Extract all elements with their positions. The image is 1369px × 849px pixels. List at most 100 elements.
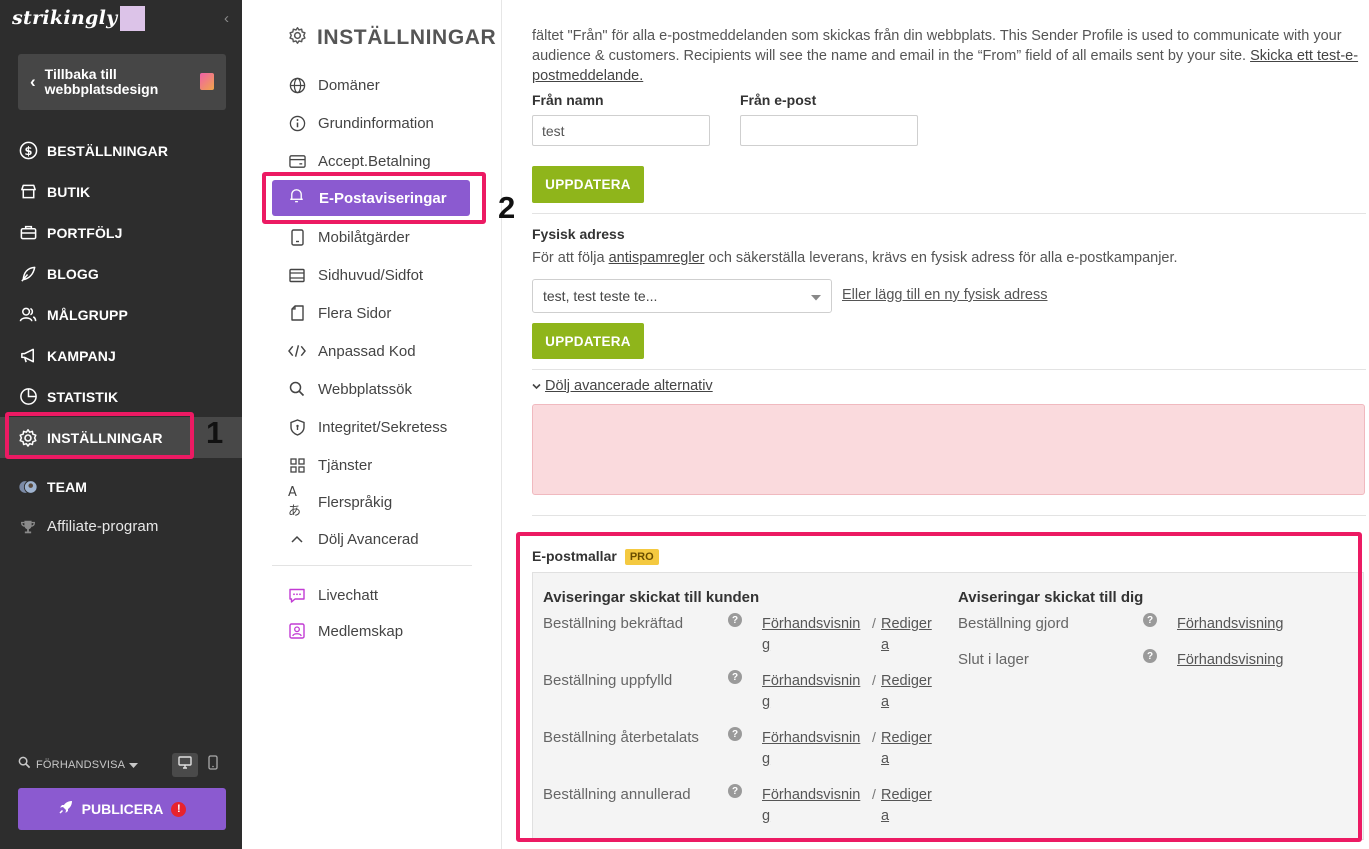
- sidebar-item-statistics[interactable]: STATISTIK: [0, 376, 242, 417]
- preview-link[interactable]: Förhandsvisning: [1177, 614, 1283, 635]
- settings-item-label: Accept.Betalning: [318, 152, 431, 170]
- settings-item-payment[interactable]: Accept.Betalning: [288, 146, 488, 176]
- hide-advanced-options-link[interactable]: Dölj avancerade alternativ: [545, 378, 713, 394]
- settings-item-label: Anpassad Kod: [318, 342, 416, 360]
- template-row-label: Slut i lager: [958, 651, 1029, 668]
- sidebar-item-portfolio[interactable]: PORTFÖLJ: [0, 212, 242, 253]
- settings-title-text: INSTÄLLNINGAR: [317, 26, 497, 49]
- settings-item-label: E-Postaviseringar: [319, 189, 447, 207]
- advanced-options-toggle[interactable]: Dölj avancerade alternativ: [532, 378, 713, 394]
- template-row-label: Beställning bekräftad: [543, 615, 684, 632]
- settings-item-services[interactable]: Tjänster: [288, 450, 488, 480]
- link-separator: /: [872, 672, 876, 688]
- desktop-view-button[interactable]: [172, 753, 198, 777]
- sidebar-item-label: Affiliate-program: [47, 518, 159, 535]
- svg-text:$: $: [24, 144, 32, 158]
- from-name-input[interactable]: test: [532, 115, 710, 146]
- preview-link[interactable]: Förhandsvisning: [762, 671, 860, 713]
- trophy-icon: [18, 517, 38, 537]
- settings-item-label: Sidhuvud/Sidfot: [318, 266, 424, 284]
- from-name-label: Från namn: [532, 92, 604, 108]
- settings-divider: [272, 565, 472, 566]
- mobile-icon: [208, 755, 218, 775]
- preview-label: FÖRHANDSVISA: [36, 759, 126, 771]
- sidebar-item-team[interactable]: TEAM: [0, 466, 242, 507]
- settings-item-label: Mobilåtgärder: [318, 228, 410, 246]
- store-icon: [18, 182, 38, 202]
- advanced-error-area: [532, 404, 1365, 495]
- sidebar-item-label: INSTÄLLNINGAR: [47, 429, 163, 446]
- physical-address-select[interactable]: test, test teste te...: [532, 279, 832, 313]
- template-row-label: Beställning uppfylld: [543, 672, 673, 689]
- section-divider: [532, 213, 1366, 214]
- pro-badge: PRO: [624, 549, 659, 565]
- settings-item-membership[interactable]: Medlemskap: [288, 616, 488, 646]
- feather-icon: [18, 264, 38, 284]
- settings-menu: INSTÄLLNINGAR Domäner Grundinformation A…: [242, 0, 502, 849]
- sidebar-item-label: PORTFÖLJ: [47, 224, 123, 241]
- sidebar-item-orders[interactable]: $ BESTÄLLNINGAR: [0, 130, 242, 171]
- help-icon[interactable]: ?: [728, 613, 742, 627]
- from-email-label: Från e-post: [740, 92, 817, 108]
- settings-item-basic-info[interactable]: Grundinformation: [288, 108, 488, 138]
- settings-item-custom-code[interactable]: Anpassad Kod: [288, 336, 488, 366]
- chevron-down-icon: [532, 378, 541, 394]
- settings-item-label: Flerspråkig: [318, 493, 393, 511]
- settings-item-domains[interactable]: Domäner: [288, 70, 488, 100]
- sidebar-item-label: MÅLGRUPP: [47, 306, 128, 323]
- settings-item-email-notifications[interactable]: E-Postaviseringar: [272, 180, 470, 216]
- mobile-view-button[interactable]: [200, 753, 226, 777]
- logo[interactable]: strikingly: [12, 5, 146, 31]
- site-color-swatch: [120, 5, 146, 31]
- globe-icon: [288, 76, 306, 94]
- back-to-site-design-button[interactable]: ‹ Tillbaka till webbplatsdesign: [18, 54, 226, 110]
- antispam-rules-link[interactable]: antispamregler: [609, 250, 705, 266]
- settings-item-multiple-pages[interactable]: Flera Sidor: [288, 298, 488, 328]
- settings-item-label: Flera Sidor: [318, 304, 392, 322]
- sidebar-item-campaign[interactable]: KAMPANJ: [0, 335, 242, 376]
- collapse-sidebar-icon[interactable]: ‹: [224, 10, 229, 27]
- settings-item-hide-advanced[interactable]: Dölj Avancerad: [288, 524, 488, 554]
- settings-item-header-footer[interactable]: Sidhuvud/Sidfot: [288, 260, 488, 290]
- settings-item-livechat[interactable]: Livechatt: [288, 580, 488, 610]
- users-icon: [18, 305, 38, 325]
- update-sender-button[interactable]: UPPDATERA: [532, 166, 644, 203]
- edit-link[interactable]: Rediger a: [881, 785, 932, 827]
- from-email-input[interactable]: [740, 115, 918, 146]
- sidebar-item-store[interactable]: BUTIK: [0, 171, 242, 212]
- pages-icon: [288, 304, 306, 322]
- preview-link[interactable]: Förhandsvisning: [762, 614, 860, 656]
- physical-address-title: Fysisk adress: [532, 226, 625, 242]
- sidebar-item-affiliate[interactable]: Affiliate-program: [0, 506, 242, 547]
- info-icon: [288, 114, 306, 132]
- help-icon[interactable]: ?: [1143, 613, 1157, 627]
- edit-link[interactable]: Rediger a: [881, 671, 932, 713]
- help-icon[interactable]: ?: [1143, 649, 1157, 663]
- settings-item-privacy[interactable]: Integritet/Sekretess: [288, 412, 488, 442]
- settings-item-multilingual[interactable]: Aあ Flerspråkig: [288, 485, 488, 519]
- edit-link[interactable]: Rediger a: [881, 728, 932, 770]
- team-avatars-icon: [18, 477, 38, 497]
- dollar-icon: $: [18, 141, 38, 161]
- help-icon[interactable]: ?: [728, 670, 742, 684]
- settings-item-site-search[interactable]: Webbplatssök: [288, 374, 488, 404]
- preview-link[interactable]: Förhandsvisning: [1177, 650, 1283, 671]
- sidebar-item-label: KAMPANJ: [47, 347, 116, 364]
- physical-address-help: För att följa antispamregler och säkerst…: [532, 250, 1178, 266]
- link-separator: /: [872, 615, 876, 631]
- customer-notifications-heading: Aviseringar skickat till kunden: [543, 589, 760, 606]
- preview-link[interactable]: Förhandsvisning: [762, 785, 860, 827]
- settings-item-mobile-actions[interactable]: Mobilåtgärder: [288, 222, 488, 252]
- preview-link[interactable]: Förhandsvisning: [762, 728, 860, 770]
- update-address-button[interactable]: UPPDATERA: [532, 323, 644, 359]
- chevron-up-icon: [288, 530, 306, 548]
- help-icon[interactable]: ?: [728, 727, 742, 741]
- sidebar-item-audience[interactable]: MÅLGRUPP: [0, 294, 242, 335]
- pie-chart-icon: [18, 387, 38, 407]
- sidebar-item-blog[interactable]: BLOGG: [0, 253, 242, 294]
- add-new-address-link[interactable]: Eller lägg till en ny fysisk adress: [842, 287, 1048, 303]
- payment-card-icon: [288, 152, 306, 170]
- edit-link[interactable]: Rediger a: [881, 614, 932, 656]
- help-icon[interactable]: ?: [728, 784, 742, 798]
- publish-button[interactable]: PUBLICERA !: [18, 788, 226, 830]
